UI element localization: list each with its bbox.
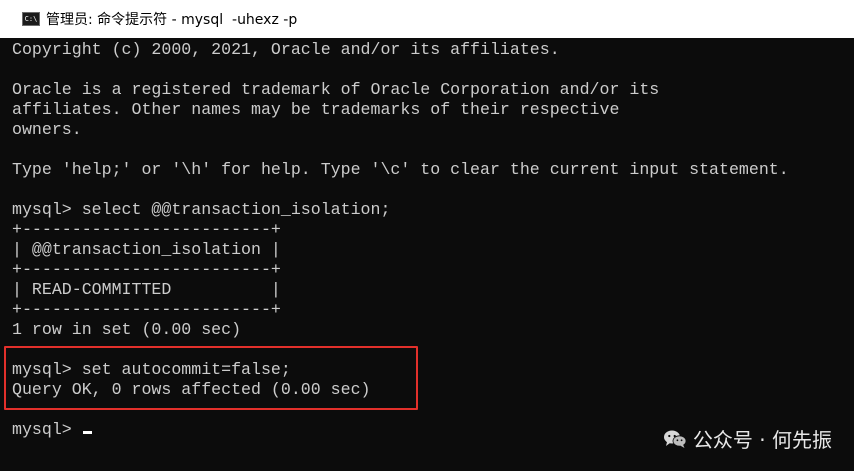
console-line: | READ-COMMITTED | <box>12 280 281 299</box>
console-app-icon[interactable]: C:\ <box>22 12 40 26</box>
console-app-icon-label: C:\ <box>24 14 38 23</box>
console-line: mysql> select @@transaction_isolation; <box>12 200 391 219</box>
console-line: Oracle is a registered trademark of Orac… <box>12 80 660 99</box>
mysql-prompt: mysql> <box>12 420 82 439</box>
console-line: +-------------------------+ <box>12 260 281 279</box>
highlight-box <box>4 346 418 410</box>
wechat-icon <box>663 430 687 448</box>
watermark: 公众号 · 何先振 <box>663 424 832 453</box>
console-line: +-------------------------+ <box>12 220 281 239</box>
command-prompt-window: C:\ 管理员: 命令提示符 - mysql -uhexz -p Copyrig… <box>0 0 854 471</box>
console-line: affiliates. Other names may be trademark… <box>12 100 620 119</box>
console-line: 1 row in set (0.00 sec) <box>12 320 242 339</box>
text-cursor <box>82 431 92 434</box>
console-line: Type 'help;' or '\h' for help. Type '\c'… <box>12 160 789 179</box>
watermark-text: 公众号 · 何先振 <box>692 428 832 452</box>
console-line: +-------------------------+ <box>12 300 281 319</box>
title-bar[interactable]: C:\ 管理员: 命令提示符 - mysql -uhexz -p <box>0 0 854 38</box>
console-line: owners. <box>12 120 82 139</box>
console-line: Copyright (c) 2000, 2021, Oracle and/or … <box>12 40 560 59</box>
console-line: | @@transaction_isolation | <box>12 240 281 259</box>
window-title: 管理员: 命令提示符 - mysql -uhexz -p <box>46 12 298 28</box>
